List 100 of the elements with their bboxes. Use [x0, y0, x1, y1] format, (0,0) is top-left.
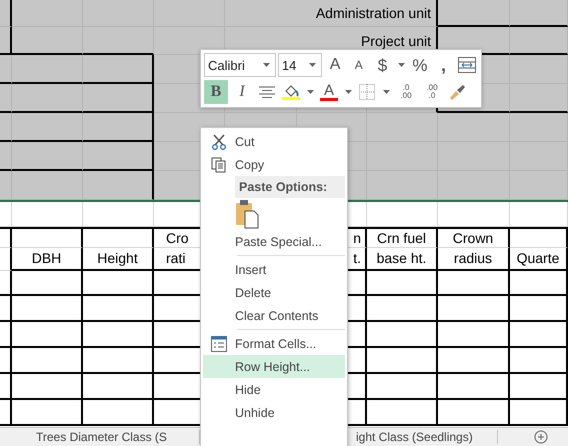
grid-cell — [510, 113, 568, 142]
menu-item[interactable]: Clear Contents — [203, 304, 345, 327]
paint-bucket-icon — [283, 84, 299, 96]
grid-cell — [83, 142, 154, 171]
percent-button[interactable]: % — [409, 53, 431, 77]
grid-cell — [438, 0, 510, 27]
currency-button[interactable]: $ — [372, 53, 394, 77]
grid-cell — [438, 322, 510, 348]
grid-cell — [367, 374, 438, 400]
menu-item[interactable]: Copy — [203, 153, 345, 176]
column-header: base ht. — [376, 250, 428, 266]
menu-item[interactable]: Paste Special... — [203, 230, 345, 253]
grid-cell — [83, 113, 154, 142]
caret-icon — [262, 63, 270, 67]
grid-cell — [0, 113, 12, 142]
wrap-text-icon — [458, 57, 476, 73]
grid-cell — [438, 202, 510, 227]
grid-cell — [438, 113, 510, 142]
grid-cell — [0, 270, 12, 296]
column-header: DBH — [30, 250, 62, 266]
menu-item[interactable]: Insert — [203, 258, 345, 281]
grid-cell — [0, 202, 12, 227]
column-header: rati — [165, 250, 186, 266]
caret-icon — [309, 63, 316, 67]
column-header: Crn fuel — [376, 230, 428, 246]
grid-cell — [510, 348, 568, 374]
grid-cell — [83, 27, 154, 55]
grid-cell — [83, 84, 154, 113]
menu-item[interactable]: Unhide — [203, 401, 345, 424]
grid-cell — [367, 322, 438, 348]
column-header: Crown — [452, 230, 494, 246]
column-header: Cro — [165, 230, 190, 246]
caret-icon — [398, 63, 405, 67]
decrease-decimal-button[interactable]: .00 .0 — [420, 80, 444, 104]
grid-cell — [367, 348, 438, 374]
grid-cell — [12, 202, 83, 227]
grid-cell — [510, 296, 568, 322]
grid-cell — [510, 27, 568, 55]
grid-cell — [510, 322, 568, 348]
grid-cell — [367, 296, 438, 322]
comma-button[interactable]: , — [432, 53, 454, 77]
grid-cell — [0, 142, 12, 171]
font-size-dropdown[interactable]: 14 — [278, 53, 322, 77]
menu-item[interactable]: Cut — [203, 130, 345, 153]
menu-section-header: Paste Options: — [235, 176, 345, 198]
grid-cell — [438, 374, 510, 400]
paintbrush-icon — [448, 84, 466, 100]
grid-cell — [12, 84, 83, 113]
grid-cell — [0, 296, 12, 322]
align-center-icon — [259, 86, 275, 98]
grid-cell — [12, 0, 83, 27]
italic-button[interactable]: I — [230, 80, 254, 104]
grid-cell — [12, 55, 83, 84]
increase-decimal-button[interactable]: .0 .00 — [394, 80, 418, 104]
cell-text: Project unit — [360, 32, 432, 48]
menu-item[interactable]: Format Cells... — [203, 332, 345, 355]
grid-cell — [510, 202, 568, 227]
copy-icon — [211, 156, 227, 172]
grid-cell — [12, 348, 83, 374]
menu-item[interactable]: Delete — [203, 281, 345, 304]
grid-cell — [0, 348, 12, 374]
column-header: Height — [96, 250, 139, 266]
grid-cell — [367, 113, 438, 142]
grid-cell — [0, 226, 12, 248]
shrink-font-button[interactable]: A — [348, 53, 370, 77]
grid-cell — [438, 348, 510, 374]
grow-font-button[interactable]: A — [324, 53, 346, 77]
caret-icon — [306, 90, 314, 94]
grid-cell — [0, 84, 12, 113]
font-color-button[interactable]: A — [318, 80, 340, 104]
font-name-dropdown[interactable]: Calibri — [204, 53, 276, 77]
menu-item[interactable]: Hide — [203, 378, 345, 401]
grid-cell — [12, 113, 83, 142]
grid-cell — [0, 55, 12, 84]
grid-cell — [510, 0, 568, 27]
grid-cell — [12, 27, 83, 55]
grid-cell — [12, 296, 83, 322]
format-cells-icon — [211, 336, 227, 352]
grid-cell — [510, 55, 568, 84]
cell-text: Administration unit — [316, 5, 432, 21]
grid-cell — [12, 142, 83, 171]
add-sheet-icon[interactable] — [534, 430, 548, 444]
borders-icon — [359, 84, 375, 100]
grid-cell — [0, 322, 12, 348]
bold-button[interactable]: B — [204, 80, 228, 104]
menu-item[interactable]: Row Height... — [203, 355, 345, 378]
caret-icon — [344, 90, 352, 94]
column-header: radius — [452, 250, 494, 266]
grid-cell — [12, 322, 83, 348]
grid-cell — [12, 374, 83, 400]
column-header: t. — [352, 250, 362, 266]
grid-cell — [0, 374, 12, 400]
grid-cell — [0, 27, 12, 55]
column-header: Quarte — [516, 250, 560, 266]
scissors-icon — [211, 134, 227, 150]
grid-cell — [0, 0, 12, 27]
grid-cell — [367, 202, 438, 227]
grid-cell — [83, 55, 154, 84]
caret-icon — [382, 90, 390, 94]
grid-cell — [510, 374, 568, 400]
